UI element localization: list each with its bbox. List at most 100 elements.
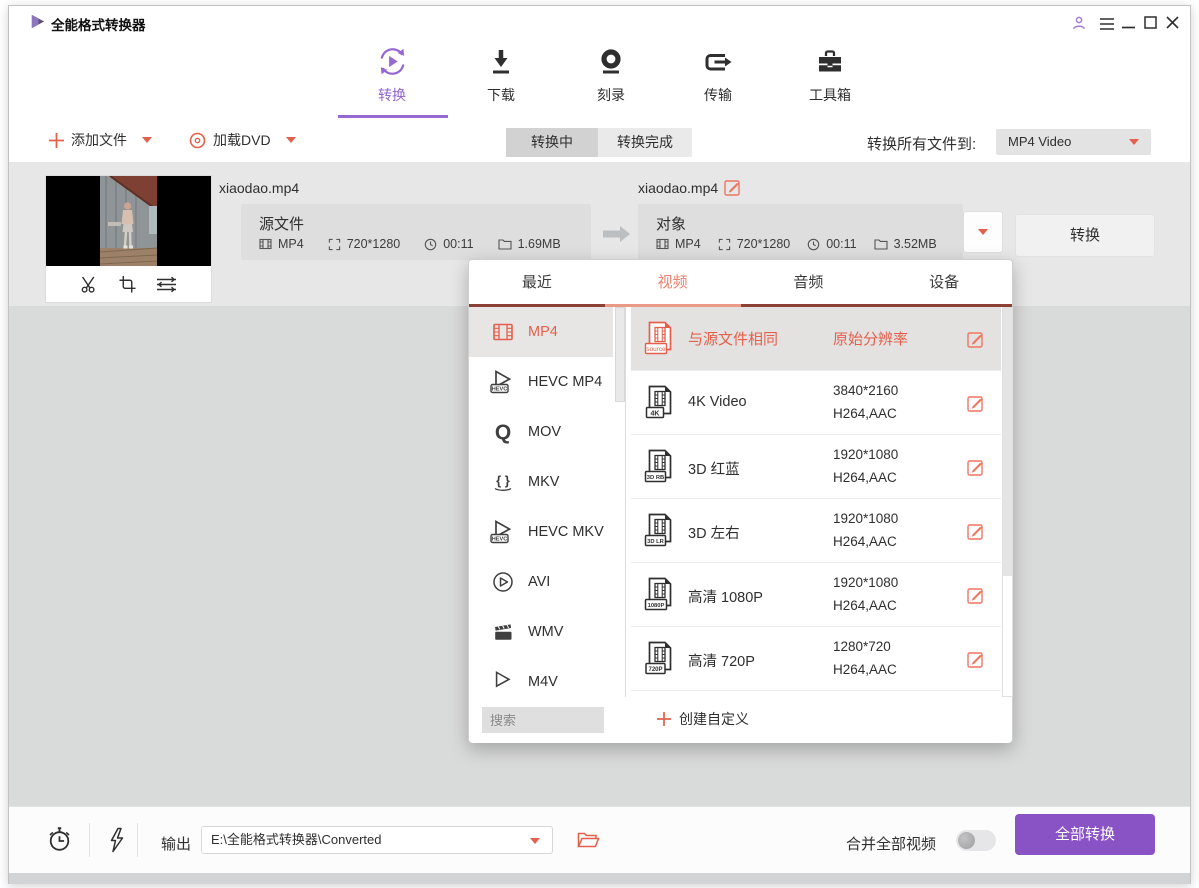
create-custom-label: 创建自定义 [679, 709, 749, 729]
target-duration: 00:11 [826, 237, 856, 251]
crop-icon[interactable] [119, 276, 136, 293]
add-file-button[interactable]: 添加文件 [49, 130, 152, 150]
tab-download[interactable]: 下载 [459, 42, 543, 108]
add-file-caret-icon [142, 137, 152, 143]
preset-list-scrollbar[interactable] [1002, 307, 1013, 697]
popup-tab-video[interactable]: 视频 [605, 260, 741, 304]
menu-icon[interactable] [1099, 17, 1115, 31]
divider [137, 823, 138, 857]
preset-edit-icon[interactable] [967, 522, 985, 540]
svg-text:1080P: 1080P [648, 603, 665, 609]
format-item-avi[interactable]: AVI [469, 557, 613, 607]
format-list: MP4 HEVC HEVC MP4 Q MOV { } MKV HEVC HEV… [469, 307, 613, 697]
preset-row-1080p[interactable]: 1080P 高清 1080P 1920*1080 H264,AAC [631, 563, 1001, 627]
format-label: HEVC MP4 [528, 374, 602, 390]
minimize-button[interactable] [1122, 26, 1135, 29]
preset-edit-icon[interactable] [967, 586, 985, 604]
plus-icon [657, 712, 671, 726]
preset-row-4k[interactable]: 4K 4K Video 3840*2160 H264,AAC [631, 371, 1001, 435]
preset-codec: H264,AAC [833, 534, 897, 549]
format-item-m4v[interactable]: M4V [469, 657, 613, 697]
plus-icon [49, 133, 64, 148]
video-thumbnail-card [46, 176, 211, 302]
preset-edit-icon[interactable] [967, 330, 985, 348]
popup-footer: 创建自定义 [469, 697, 1012, 743]
search-input[interactable] [482, 707, 604, 733]
app-logo-icon [29, 13, 46, 30]
preset-edit-icon[interactable] [967, 394, 985, 412]
preset-row-3d-lr[interactable]: 3D LR 3D 左右 1920*1080 H264,AAC [631, 499, 1001, 563]
preset-codec: H264,AAC [833, 598, 897, 613]
output-path-select[interactable]: E:\全能格式转换器\Converted [201, 826, 553, 854]
format-item-wmv[interactable]: WMV [469, 607, 613, 657]
tab-converting[interactable]: 转换中 [506, 128, 598, 157]
scrollbar-thumb[interactable] [615, 307, 625, 402]
format-item-hevc-mp4[interactable]: HEVC HEVC MP4 [469, 357, 613, 407]
trim-scissors-icon[interactable] [80, 275, 99, 294]
load-dvd-caret-icon [286, 137, 296, 143]
maximize-button[interactable] [1144, 16, 1157, 29]
effects-sliders-icon[interactable] [156, 276, 177, 293]
target-info-box: 对象 MP4 720*1280 00:11 3.52MB [638, 204, 963, 260]
tab-converted[interactable]: 转换完成 [598, 128, 692, 157]
toolbar: 添加文件 加载DVD 转换中 转换完成 转换所有文件到: MP4 Video [9, 120, 1190, 163]
app-title: 全能格式转换器 [51, 14, 146, 34]
preset-name: 3D 红蓝 [688, 458, 740, 479]
format-item-hevc-mkv[interactable]: HEVC HEVC MKV [469, 507, 613, 557]
format-item-mp4[interactable]: MP4 [469, 307, 613, 357]
target-format-select[interactable]: MP4 Video [996, 129, 1151, 155]
preset-codec: H264,AAC [833, 406, 897, 421]
preset-resolution: 3840*2160 [833, 383, 898, 398]
preset-4k-icon: 4K [643, 385, 677, 421]
svg-text:720P: 720P [648, 667, 662, 673]
target-filename: xiaodao.mp4 [638, 180, 718, 196]
format-item-mov[interactable]: Q MOV [469, 407, 613, 457]
schedule-alarm-icon[interactable] [46, 825, 73, 854]
target-box-title: 对象 [656, 213, 686, 234]
merge-videos-toggle[interactable] [956, 830, 996, 851]
svg-text:Q: Q [495, 421, 511, 444]
preset-row-720p[interactable]: 720P 高清 720P 1280*720 H264,AAC [631, 627, 1001, 691]
format-list-scrollbar[interactable] [614, 307, 626, 697]
source-info-box: 源文件 MP4 720*1280 00:11 1.69MB [241, 204, 591, 260]
preset-720p-icon: 720P [643, 641, 677, 677]
preset-row-source[interactable]: source 与源文件相同 原始分辨率 [631, 307, 1001, 371]
popup-tab-device[interactable]: 设备 [876, 260, 1012, 304]
close-button[interactable] [1166, 16, 1179, 29]
tab-burn[interactable]: 刻录 [569, 42, 653, 108]
open-folder-icon[interactable] [577, 830, 600, 850]
film-icon [259, 238, 272, 250]
video-thumbnail[interactable] [46, 176, 211, 266]
format-label: M4V [528, 674, 558, 690]
preset-source-icon: source [643, 321, 677, 357]
load-dvd-button[interactable]: 加载DVD [189, 130, 296, 150]
tab-toolbox[interactable]: 工具箱 [788, 42, 872, 108]
preset-edit-icon[interactable] [967, 458, 985, 476]
svg-text:HEVC: HEVC [492, 387, 508, 393]
popup-tab-recent[interactable]: 最近 [469, 260, 605, 304]
convert-icon [350, 42, 434, 78]
preset-resolution: 1920*1080 [833, 511, 898, 526]
format-label: MP4 [528, 324, 558, 340]
convert-button[interactable]: 转换 [1015, 214, 1155, 257]
popup-tab-audio[interactable]: 音频 [741, 260, 877, 304]
popup-tabs: 最近 视频 音频 设备 [469, 260, 1012, 307]
scrollbar-thumb[interactable] [1003, 308, 1012, 576]
format-item-mkv[interactable]: { } MKV [469, 457, 613, 507]
tab-transfer[interactable]: 传输 [676, 42, 760, 108]
performance-bolt-icon[interactable] [107, 827, 125, 853]
title-bar: 全能格式转换器 [9, 6, 1190, 36]
format-label: WMV [528, 624, 563, 640]
arrow-right-icon [603, 225, 631, 243]
resolution-icon [328, 238, 341, 251]
output-label: 输出 [161, 833, 191, 854]
rename-edit-icon[interactable] [724, 178, 742, 196]
preset-row-3d-rb[interactable]: 3D RB 3D 红蓝 1920*1080 H264,AAC [631, 435, 1001, 499]
preset-edit-icon[interactable] [967, 650, 985, 668]
window-bottom-edge [9, 873, 1190, 884]
create-custom-button[interactable]: 创建自定义 [657, 709, 749, 729]
tab-convert[interactable]: 转换 [350, 42, 434, 108]
format-dropdown-button[interactable] [963, 211, 1003, 253]
convert-all-button[interactable]: 全部转换 [1015, 814, 1155, 855]
account-icon[interactable] [1071, 15, 1087, 31]
